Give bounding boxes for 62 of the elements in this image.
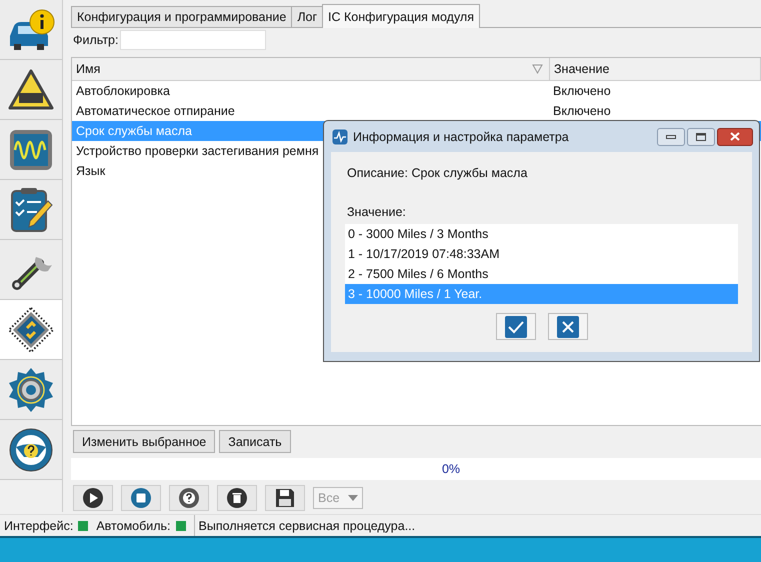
sidebar-item[interactable] — [0, 360, 62, 420]
maximize-icon — [696, 132, 706, 140]
toolbar-button[interactable] — [217, 485, 257, 511]
gear-icon — [7, 366, 55, 414]
list-item[interactable]: 1 - 10/17/2019 07:48:33AM — [345, 244, 738, 264]
toolbar-button[interactable] — [169, 485, 209, 511]
pulse-icon — [332, 128, 348, 144]
checklist-icon — [8, 186, 54, 232]
filter-field[interactable] — [120, 30, 266, 50]
ok-button[interactable] — [496, 313, 536, 340]
table-row[interactable]: Автоблокировка Включено — [72, 81, 761, 101]
table-cell: Включено — [553, 84, 611, 98]
stop-icon — [130, 487, 152, 509]
tab[interactable]: IC Конфигурация модуля — [322, 4, 480, 28]
table-cell: Автоматическое отпирание — [76, 104, 235, 118]
sidebar-item[interactable] — [0, 420, 62, 480]
cancel-button[interactable] — [548, 313, 588, 340]
close-icon — [730, 132, 740, 141]
sidebar-item[interactable] — [0, 120, 62, 180]
close-icon — [556, 316, 578, 338]
filter-label: Фильтр: — [73, 33, 118, 47]
sidebar-item[interactable] — [0, 240, 62, 300]
steering-wheel-help-icon — [8, 426, 54, 472]
toolbar-button[interactable] — [265, 485, 305, 511]
sort-icon — [532, 64, 543, 74]
dtc-warning-icon — [8, 68, 54, 110]
table-cell: Устройство проверки застегивания ремня — [76, 144, 319, 158]
toolbar-button[interactable] — [73, 485, 113, 511]
tab[interactable]: Конфигурация и программирование — [71, 6, 292, 27]
list-item[interactable]: 2 - 7500 Miles / 6 Months — [345, 264, 738, 284]
toolbar-button[interactable] — [121, 485, 161, 511]
maximize-button[interactable] — [687, 128, 715, 146]
list-item[interactable]: 0 - 3000 Miles / 3 Months — [345, 224, 738, 244]
table-cell: Срок службы масла — [76, 124, 192, 138]
action-button[interactable]: Записать — [219, 430, 291, 453]
dialog-title: Информация и настройка параметра — [353, 130, 570, 144]
action-button[interactable]: Изменить выбранное — [73, 430, 216, 453]
status-label: Интерфейс: — [4, 519, 74, 533]
minimize-icon — [666, 134, 676, 138]
table-row[interactable]: Автоматическое отпирание Включено — [72, 101, 761, 121]
sidebar-item[interactable] — [0, 300, 62, 360]
sidebar-item[interactable] — [0, 180, 62, 240]
minimize-button[interactable] — [657, 128, 685, 146]
table-cell: Включено — [553, 104, 611, 118]
trash-icon — [226, 487, 248, 509]
tab[interactable]: Лог — [291, 6, 324, 27]
column-header[interactable]: Значение — [550, 58, 761, 80]
sidebar-item[interactable] — [0, 60, 62, 120]
progress-text: 0% — [440, 462, 460, 476]
help-icon — [178, 487, 200, 509]
table-cell: Автоблокировка — [76, 84, 170, 98]
chip-icon — [7, 306, 55, 354]
status-label: Автомобиль: — [96, 519, 171, 533]
close-button[interactable] — [717, 128, 753, 146]
oscilloscope-icon — [8, 128, 54, 172]
checkmark-icon — [504, 316, 526, 338]
play-icon — [82, 487, 104, 509]
dropdown-arrow-icon — [348, 495, 358, 501]
sidebar-item[interactable] — [0, 0, 62, 60]
column-header[interactable]: Имя — [72, 58, 550, 80]
description-text: Описание: Срок службы масла — [347, 166, 528, 180]
value-label: Значение: — [347, 205, 407, 219]
